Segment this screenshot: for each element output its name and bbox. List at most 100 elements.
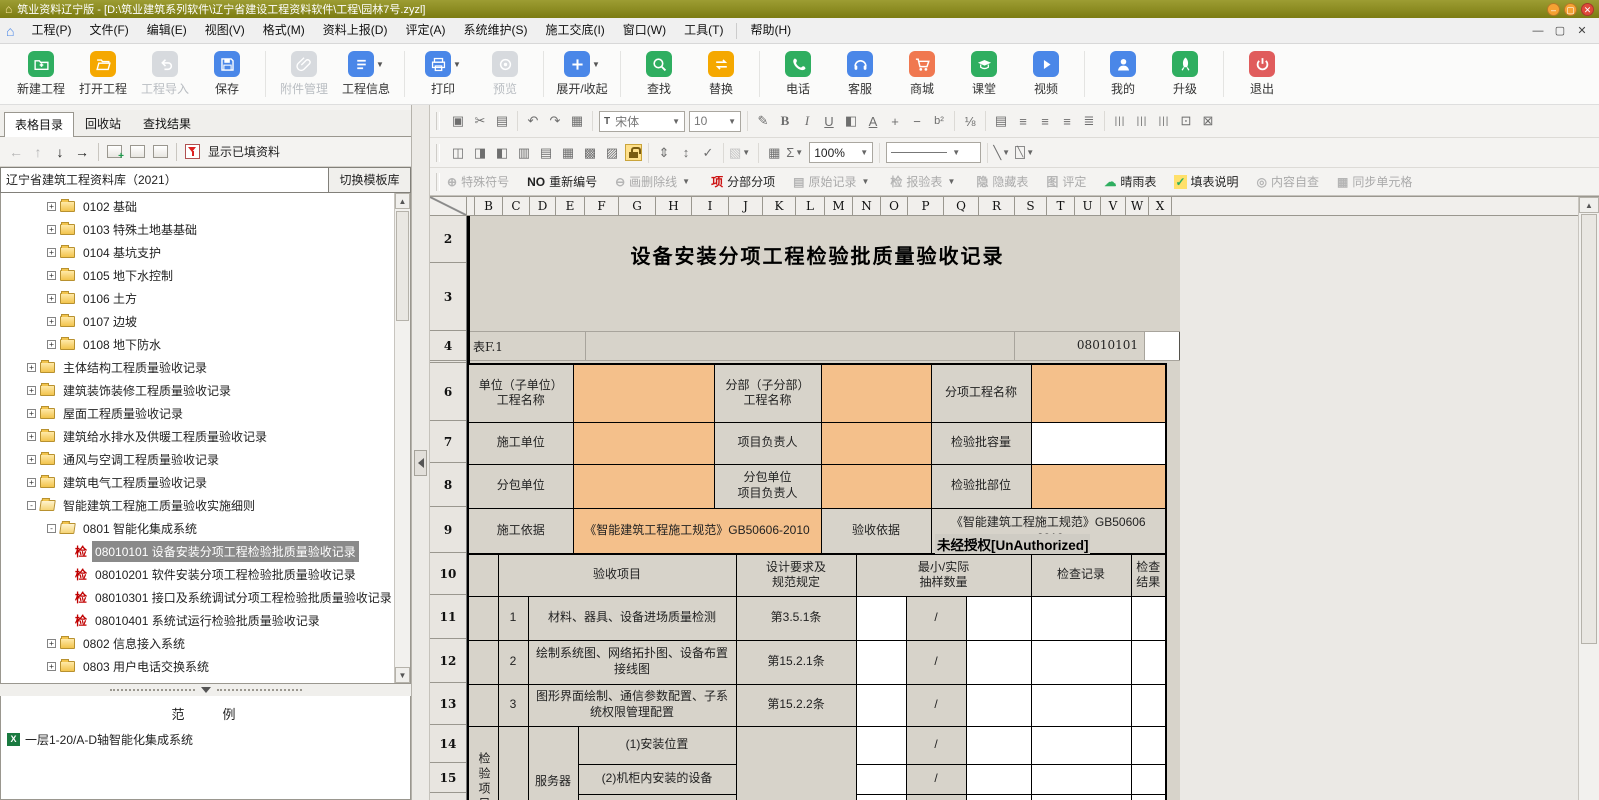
- sheet-vertical-scrollbar[interactable]: ▲: [1578, 197, 1599, 800]
- sidebar-tab[interactable]: 查找结果: [132, 111, 202, 136]
- collapse-left-icon[interactable]: [414, 450, 427, 476]
- form-number-extra-cell[interactable]: [1145, 332, 1180, 360]
- tree-item[interactable]: +0104 基坑支护: [1, 241, 394, 264]
- expand-icon[interactable]: +: [47, 340, 56, 349]
- phone-button[interactable]: 电话: [767, 51, 829, 97]
- expand-collapse-button[interactable]: ▼展开/收起: [551, 51, 613, 97]
- tree-item[interactable]: 检08010201 软件安装分项工程检验批质量验收记录: [1, 563, 394, 586]
- form-input-cell[interactable]: [821, 464, 931, 508]
- zoom-select[interactable]: 100%▼: [809, 142, 873, 163]
- form-input-cell[interactable]: [1031, 596, 1131, 640]
- shrink-cell-icon[interactable]: ⊠: [1197, 110, 1219, 132]
- shrink-font-icon[interactable]: −: [906, 110, 928, 132]
- tree-item[interactable]: 检08010401 系统试运行检验批质量验收记录: [1, 609, 394, 632]
- tree-item[interactable]: +通风与空调工程质量验收记录: [1, 448, 394, 471]
- original-record-button[interactable]: ▤原始记录▼: [793, 173, 872, 190]
- collapse-down-icon[interactable]: [201, 687, 211, 693]
- row-header[interactable]: 9: [430, 507, 466, 553]
- project-info-button[interactable]: ▼工程信息: [335, 51, 397, 97]
- fill-color-icon[interactable]: ◧: [840, 110, 862, 132]
- menu-item[interactable]: 帮助(H): [741, 18, 800, 43]
- split-cells-icon[interactable]: ▥: [513, 142, 535, 164]
- upgrade-button[interactable]: 升级: [1154, 51, 1216, 97]
- mine-button[interactable]: 我的: [1092, 51, 1154, 97]
- distribute-cols-1-icon[interactable]: |||: [1109, 110, 1131, 132]
- form-input-cell[interactable]: [1031, 364, 1166, 422]
- form-input-cell[interactable]: [1031, 464, 1166, 508]
- merge-down-icon[interactable]: ▦: [557, 142, 579, 164]
- form-input-cell[interactable]: [966, 640, 1031, 684]
- spell-check-icon[interactable]: ✓: [697, 142, 719, 164]
- italic-icon[interactable]: I: [796, 110, 818, 132]
- insert-cells-icon[interactable]: ▩: [579, 142, 601, 164]
- preview-button[interactable]: 预览: [474, 51, 536, 97]
- exit-button[interactable]: 退出: [1231, 51, 1293, 97]
- open-project-button[interactable]: 打开工程: [72, 51, 134, 97]
- formula-area-icon[interactable]: ▦: [763, 142, 785, 164]
- filter-icon[interactable]: [185, 144, 200, 159]
- menu-item[interactable]: 系统维护(S): [454, 18, 536, 43]
- minimize-button[interactable]: –: [1547, 3, 1560, 16]
- column-header[interactable]: H: [656, 197, 692, 215]
- menu-item[interactable]: 施工交底(I): [536, 18, 613, 43]
- form-input-cell[interactable]: [1131, 596, 1166, 640]
- classroom-button[interactable]: 课堂: [953, 51, 1015, 97]
- expand-icon[interactable]: +: [47, 294, 56, 303]
- column-header[interactable]: F: [585, 197, 619, 215]
- draw-strike-line-button[interactable]: ⊖画删除线▼: [615, 173, 693, 190]
- bold-icon[interactable]: B: [774, 110, 796, 132]
- copy-table-icon[interactable]: [130, 145, 145, 158]
- align-center-icon[interactable]: ≡: [1034, 110, 1056, 132]
- sheet-scroll-up-icon[interactable]: ▲: [1579, 197, 1599, 213]
- form-input-cell[interactable]: [966, 794, 1031, 800]
- menu-item[interactable]: 窗口(W): [614, 18, 675, 43]
- menu-item[interactable]: 格式(M): [254, 18, 314, 43]
- row-header[interactable]: 4: [430, 331, 466, 361]
- form-input-cell[interactable]: [856, 684, 906, 726]
- subitem-button[interactable]: 项分部分项: [711, 173, 775, 190]
- print-button[interactable]: ▼打印: [412, 51, 474, 97]
- menu-item[interactable]: 文件(F): [80, 18, 137, 43]
- align-left-icon[interactable]: ≡: [1012, 110, 1034, 132]
- unmerge-icon[interactable]: ◨: [469, 142, 491, 164]
- paste-icon[interactable]: ▤: [491, 110, 513, 132]
- mall-button[interactable]: 商城: [891, 51, 953, 97]
- row-header[interactable]: 12: [430, 639, 466, 683]
- menu-item[interactable]: 工具(T): [675, 18, 732, 43]
- form-input-cell[interactable]: [1131, 764, 1166, 794]
- add-table-icon[interactable]: [107, 145, 122, 158]
- form-code[interactable]: 表F.1: [470, 332, 586, 360]
- form-input-cell[interactable]: [1031, 764, 1131, 794]
- column-header[interactable]: O: [881, 197, 908, 215]
- tree-item[interactable]: +建筑电气工程质量验收记录: [1, 471, 394, 494]
- sidebar-tab[interactable]: 回收站: [74, 111, 132, 136]
- form-input-cell[interactable]: [821, 422, 931, 464]
- remove-table-icon[interactable]: [153, 145, 168, 158]
- column-header[interactable]: P: [908, 197, 944, 215]
- line-style-select[interactable]: ▼: [886, 142, 981, 163]
- content-selfcheck-button[interactable]: ◎内容自查: [1257, 173, 1320, 190]
- expand-icon[interactable]: +: [27, 363, 36, 372]
- service-button[interactable]: 客服: [829, 51, 891, 97]
- row-header[interactable]: 2: [430, 216, 466, 263]
- renumber-button[interactable]: NO重新编号: [527, 173, 597, 190]
- column-header[interactable]: N: [853, 197, 881, 215]
- tree-item[interactable]: +0102 基础: [1, 195, 394, 218]
- sheet-scroll-thumb[interactable]: [1581, 214, 1597, 644]
- form-input-cell[interactable]: [1031, 794, 1131, 800]
- tree-item[interactable]: -0801 智能化集成系统: [1, 517, 394, 540]
- expand-icon[interactable]: +: [27, 409, 36, 418]
- row-header[interactable]: 16: [430, 793, 466, 800]
- tree-item[interactable]: +0108 地下防水: [1, 333, 394, 356]
- diagonal-line-icon[interactable]: ╲▼: [992, 142, 1014, 164]
- expand-icon[interactable]: +: [47, 639, 56, 648]
- column-header[interactable]: W: [1126, 197, 1149, 215]
- tree-item[interactable]: +0802 信息接入系统: [1, 632, 394, 655]
- row-header[interactable]: 6: [430, 363, 466, 421]
- row-height-icon[interactable]: ⇕: [653, 142, 675, 164]
- align-doc-icon[interactable]: ▤: [990, 110, 1012, 132]
- tree-scroll-thumb[interactable]: [396, 211, 409, 321]
- column-header[interactable]: G: [619, 197, 656, 215]
- menu-item[interactable]: 资料上报(D): [314, 18, 397, 43]
- diagonal-cell-icon[interactable]: ╲▼: [1014, 142, 1038, 164]
